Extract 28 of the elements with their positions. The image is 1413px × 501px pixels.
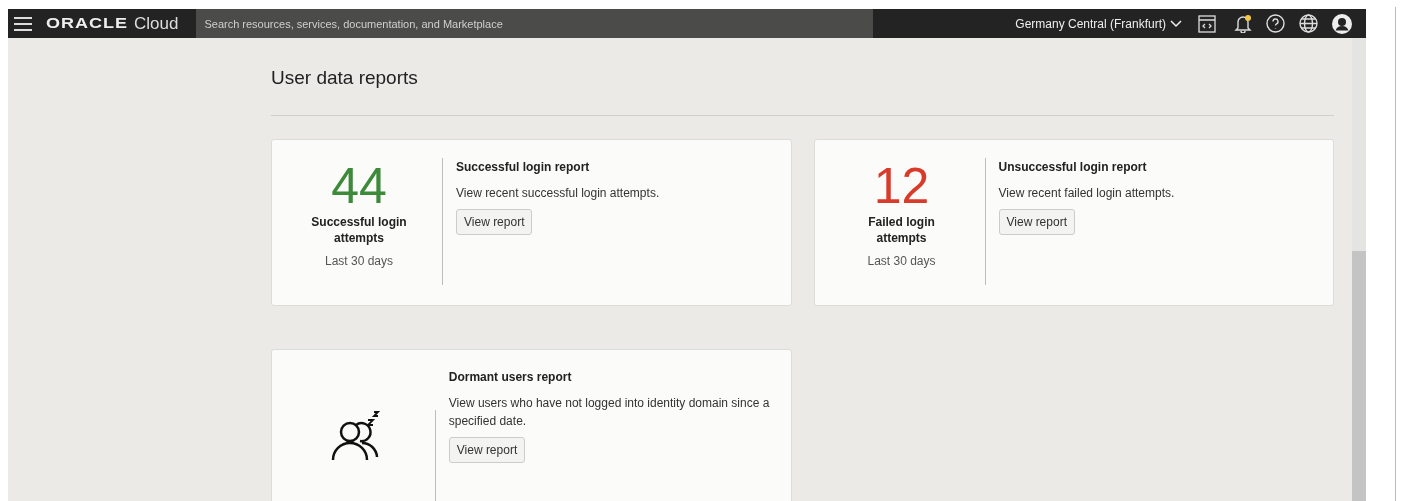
user-avatar-icon[interactable] bbox=[1332, 13, 1352, 34]
product-name: Cloud bbox=[134, 12, 179, 35]
report-title: Unsuccessful login report bbox=[998, 158, 1148, 176]
chevron-down-icon bbox=[1170, 19, 1182, 28]
menu-icon[interactable] bbox=[14, 16, 32, 31]
count-number: 44 bbox=[331, 157, 387, 214]
report-description: View users who have not logged into identity domain since a specified date. bbox=[448, 394, 771, 430]
brand-logo[interactable]: ORACLE bbox=[46, 12, 128, 35]
globe-icon[interactable] bbox=[1299, 14, 1318, 33]
view-report-button[interactable]: View report bbox=[998, 208, 1075, 235]
report-title: Dormant users report bbox=[448, 368, 573, 386]
period-label: Last 30 days bbox=[867, 252, 936, 270]
report-description: View recent failed login attempts. bbox=[998, 184, 1175, 202]
count-label: Failed login attempts bbox=[867, 213, 936, 246]
code-window-icon[interactable] bbox=[1198, 14, 1216, 33]
view-report-button[interactable]: View report bbox=[448, 436, 526, 463]
scrollbar[interactable] bbox=[1352, 38, 1366, 501]
help-icon[interactable] bbox=[1266, 14, 1285, 33]
count-number: 12 bbox=[873, 157, 930, 214]
page-title: User data reports bbox=[271, 66, 419, 90]
report-description: View recent successful login attempts. bbox=[456, 184, 660, 202]
report-title: Successful login report bbox=[456, 158, 591, 176]
search-field[interactable]: Search resources, services, documentation, and Marketplace bbox=[196, 9, 874, 38]
count-label: Successful login attempts bbox=[310, 213, 408, 246]
region-selector[interactable]: Germany Central (Frankfurt) bbox=[1015, 14, 1182, 33]
view-report-button[interactable]: View report bbox=[456, 208, 533, 235]
period-label: Last 30 days bbox=[324, 252, 393, 270]
bell-icon[interactable] bbox=[1234, 14, 1252, 33]
